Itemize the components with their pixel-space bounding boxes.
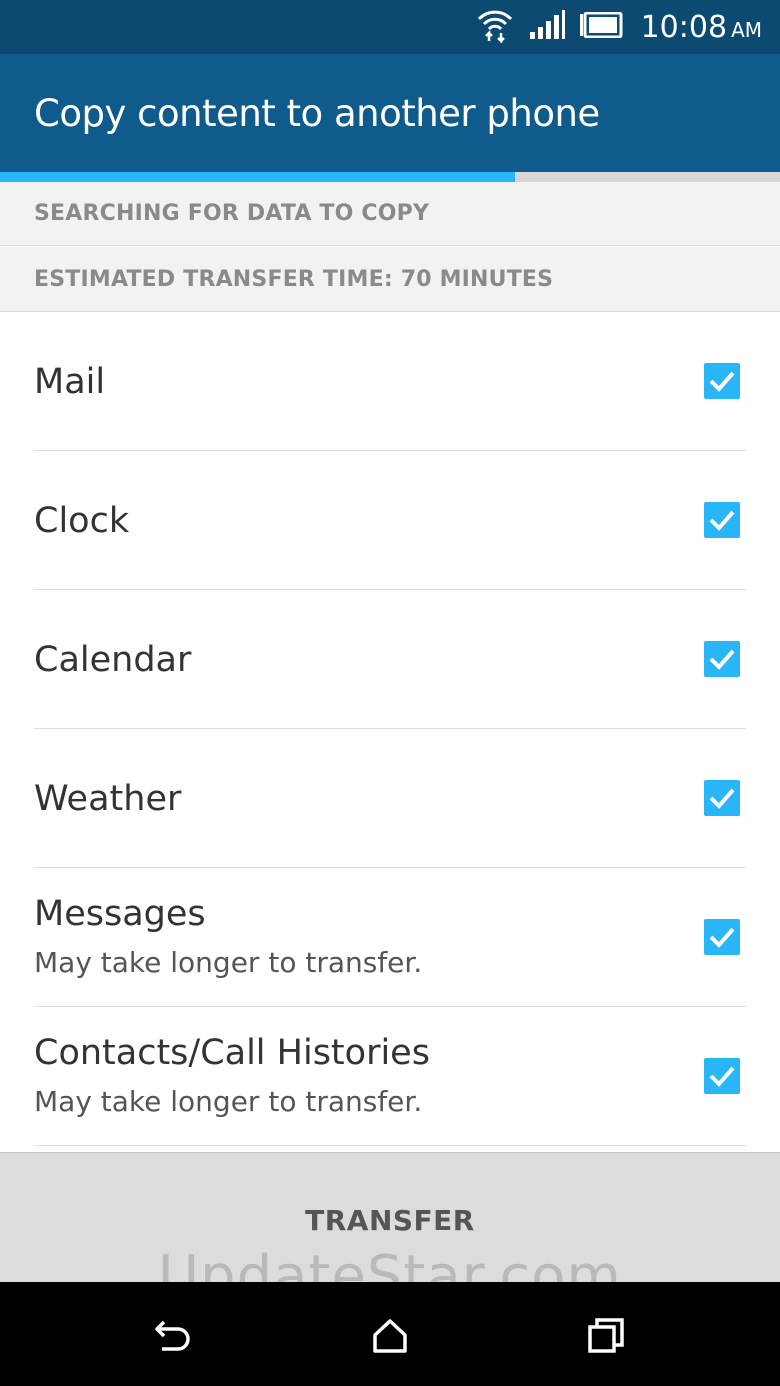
recent-apps-button[interactable] [582, 1312, 630, 1360]
progress-fill [0, 172, 515, 182]
list-item-messages[interactable]: Messages May take longer to transfer. [34, 868, 746, 1007]
wifi-icon [475, 7, 515, 47]
progress-bar [0, 172, 780, 182]
messages-checkbox[interactable] [704, 919, 740, 955]
status-icons: 10:08 AM [475, 0, 780, 54]
transfer-button[interactable]: TRANSFER [0, 1153, 780, 1283]
weather-checkbox[interactable] [704, 780, 740, 816]
check-icon [709, 371, 735, 392]
list-item-weather[interactable]: Weather [34, 729, 746, 868]
signal-icon [529, 10, 565, 44]
calendar-checkbox[interactable] [704, 641, 740, 677]
transfer-label: TRANSFER [305, 1203, 475, 1237]
list-item-calendar[interactable]: Calendar [34, 590, 746, 729]
nav-bar [0, 1282, 780, 1386]
list-item-contacts[interactable]: Contacts/Call Histories May take longer … [34, 1007, 746, 1146]
check-icon [709, 649, 735, 670]
check-icon [709, 927, 735, 948]
app-bar: Copy content to another phone [0, 54, 780, 172]
transfer-bar: TRANSFER [0, 1152, 780, 1282]
mail-checkbox[interactable] [704, 363, 740, 399]
item-subtitle: May take longer to transfer. [34, 946, 423, 979]
item-label: Calendar [34, 640, 192, 680]
item-label: Clock [34, 501, 130, 541]
back-button[interactable] [150, 1312, 198, 1360]
check-icon [709, 510, 735, 531]
check-icon [709, 788, 735, 809]
contacts-checkbox[interactable] [704, 1058, 740, 1094]
estimated-time: ESTIMATED TRANSFER TIME: 70 MINUTES [0, 247, 780, 312]
item-label: Mail [34, 362, 106, 402]
item-label: Contacts/Call Histories [34, 1033, 430, 1073]
recent-apps-icon [588, 1318, 624, 1353]
battery-icon [579, 11, 623, 42]
screen: 10:08 AM Copy content to another phone SE… [0, 0, 780, 1386]
time-text: 10:08 [640, 9, 728, 45]
item-subtitle: May take longer to transfer. [34, 1085, 423, 1118]
status-bar: 10:08 AM [0, 0, 780, 54]
home-icon [373, 1319, 407, 1353]
content-list: Mail Clock Calendar Weather Messages May… [0, 312, 780, 1146]
clock-checkbox[interactable] [704, 502, 740, 538]
check-icon [709, 1066, 735, 1087]
searching-status: SEARCHING FOR DATA TO COPY [0, 182, 780, 246]
item-label: Weather [34, 779, 182, 819]
list-item-mail[interactable]: Mail [34, 312, 746, 451]
home-button[interactable] [366, 1312, 414, 1360]
item-label: Messages [34, 894, 206, 934]
page-title: Copy content to another phone [34, 91, 600, 135]
back-icon [155, 1320, 190, 1351]
clock-readout: 10:08 AM [641, 10, 762, 45]
list-item-clock[interactable]: Clock [34, 451, 746, 590]
ampm-text: AM [731, 17, 762, 42]
